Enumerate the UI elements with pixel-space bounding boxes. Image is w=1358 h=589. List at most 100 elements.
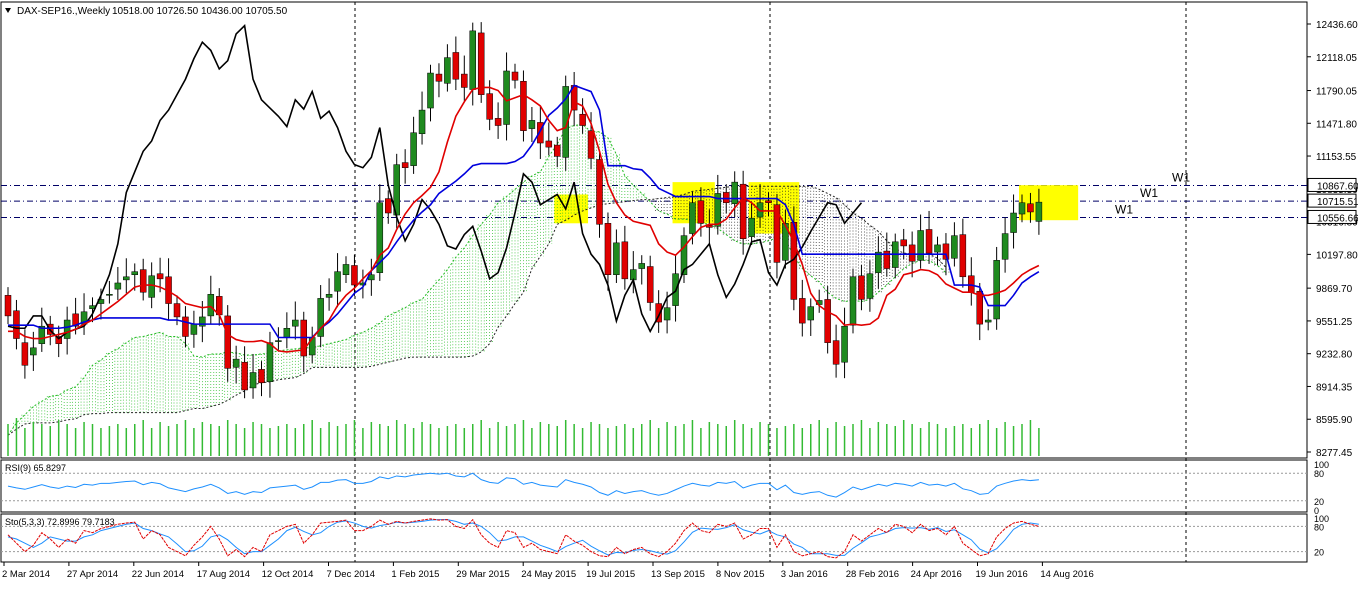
candle-body <box>934 244 941 253</box>
rsi-tick-label: 80 <box>1314 469 1324 479</box>
price-tick-label: 10197.80 <box>1316 250 1358 261</box>
candle-body <box>638 263 645 269</box>
candle-body <box>249 372 257 389</box>
candle-body <box>951 235 958 259</box>
level-tag-label: 10715.51 <box>1317 197 1358 208</box>
date-tick-label: 17 Aug 2014 <box>197 569 250 580</box>
candle-body <box>1010 212 1017 233</box>
candle-body <box>461 73 468 88</box>
candle-body <box>190 323 198 335</box>
candle-body <box>1001 233 1009 260</box>
chart-canvas: W1 W1 W1 12436.60 12118.05 11790.05 11471.80 1… <box>0 0 1358 584</box>
candle-body <box>545 140 553 148</box>
sto-label: Sto(5,3,3) 72.8996 79.7183 <box>5 517 115 527</box>
candle-body <box>528 120 536 129</box>
candle-body <box>520 81 527 131</box>
candle-body <box>554 144 561 157</box>
date-tick-label: 19 Jun 2016 <box>976 569 1028 580</box>
candle-body <box>875 251 882 273</box>
chart-ohlc-label: 10518.00 10726.50 10436.00 10705.50 <box>112 6 288 17</box>
candle-body <box>908 244 916 262</box>
candle-body <box>646 266 654 303</box>
chart-root: W1 W1 W1 12436.60 12118.05 11790.05 11471.80 1… <box>0 0 1358 584</box>
level-tag-label: 10556.66 <box>1317 213 1358 224</box>
candle-body <box>182 316 189 337</box>
candle-body <box>410 132 417 166</box>
candle-body <box>925 229 933 254</box>
candle-body <box>866 273 874 299</box>
candle-body <box>258 369 265 384</box>
candle-body <box>207 294 215 317</box>
sto-tick-label: 80 <box>1314 522 1324 532</box>
price-tick-label: 11471.80 <box>1316 119 1357 130</box>
date-tick-label: 8 Nov 2015 <box>716 569 765 580</box>
candle-body <box>275 340 282 342</box>
candle-body <box>900 239 907 247</box>
date-tick-label: 12 Oct 2014 <box>262 569 314 580</box>
candle-body <box>444 57 451 84</box>
candle-body <box>325 294 333 298</box>
candle-body <box>689 202 696 234</box>
candle-body <box>1027 203 1034 213</box>
price-tick-label: 9551.25 <box>1316 317 1353 328</box>
candle-body <box>959 234 967 278</box>
candle-body <box>621 241 629 280</box>
candle-body <box>1035 201 1043 222</box>
chart-symbol-label: DAX-SEP16.,Weekly <box>17 6 110 17</box>
price-tick-label: 8595.90 <box>1316 415 1353 426</box>
date-tick-label: 13 Sep 2015 <box>651 569 705 580</box>
candle-body <box>731 181 738 204</box>
highlight-box <box>1019 185 1079 221</box>
level-label: W1 <box>1140 186 1158 200</box>
candle-body <box>30 347 37 356</box>
candle-body <box>401 162 409 168</box>
candle-body <box>697 200 705 224</box>
rsi-label: RSI(9) 65.8297 <box>5 463 66 473</box>
candle-body <box>486 93 493 120</box>
candle-body <box>351 265 358 286</box>
candle-body <box>477 32 485 95</box>
candle-body <box>173 303 181 318</box>
price-tick-label: 12436.60 <box>1316 20 1358 31</box>
level-label: W1 <box>1172 170 1190 184</box>
candle-body <box>511 71 519 81</box>
date-tick-label: 19 Jul 2015 <box>586 569 635 580</box>
candle-body <box>748 217 755 237</box>
candle-body <box>663 307 671 321</box>
sto-tick-label: 20 <box>1314 548 1324 558</box>
candle-body <box>283 328 291 338</box>
candle-body <box>266 342 274 383</box>
candle-body <box>723 192 730 203</box>
candle-body <box>435 73 443 82</box>
candle-body <box>613 242 620 275</box>
candle-body <box>799 298 806 324</box>
candle-body <box>4 295 12 317</box>
level-tag-label: 10867.60 <box>1317 181 1358 192</box>
candle-body <box>427 72 434 109</box>
candle-body <box>123 276 130 281</box>
candle-body <box>63 319 71 339</box>
candle-body <box>587 130 595 159</box>
candle-body <box>1018 202 1026 215</box>
candle-body <box>452 52 460 80</box>
candle-body <box>494 118 502 126</box>
candle-body <box>832 340 840 365</box>
date-tick-label: 1 Feb 2015 <box>391 569 439 580</box>
candle-body <box>469 30 476 90</box>
chart-background <box>0 0 1358 584</box>
candle-body <box>984 319 992 323</box>
candle-body <box>993 260 1000 320</box>
candle-body <box>156 273 164 280</box>
price-tick-label: 8914.35 <box>1316 382 1353 393</box>
date-tick-label: 24 May 2015 <box>521 569 576 580</box>
price-tick-label: 8277.45 <box>1316 448 1353 459</box>
candle-body <box>824 299 831 343</box>
date-tick-label: 28 Feb 2016 <box>846 569 899 580</box>
date-tick-label: 2 Mar 2014 <box>2 569 50 580</box>
candle-body <box>807 306 814 321</box>
candle-body <box>342 264 350 275</box>
candle-body <box>765 200 772 203</box>
candle-body <box>292 319 299 327</box>
candle-body <box>334 271 341 292</box>
price-tick-label: 9232.80 <box>1316 350 1353 361</box>
